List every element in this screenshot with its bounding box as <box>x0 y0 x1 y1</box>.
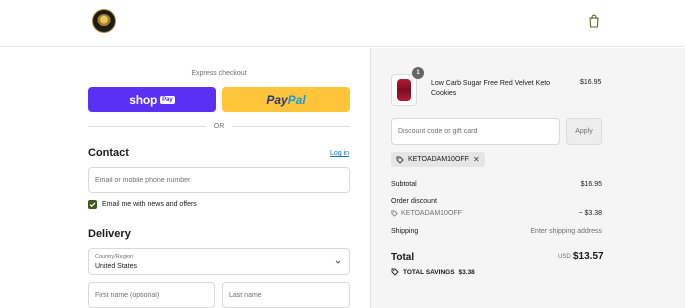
total-value: $13.57 <box>573 251 604 262</box>
discount-code-row: KETOADAM10OFF − $3.38 <box>391 210 602 219</box>
or-label: OR <box>213 122 225 130</box>
login-link[interactable]: Log in <box>330 150 349 157</box>
order-discount-label: Order discount <box>391 198 437 205</box>
quantity-badge: 1 <box>412 67 424 79</box>
email-input[interactable] <box>89 168 349 192</box>
tag-icon <box>391 268 399 276</box>
country-select[interactable]: Country/Region United States <box>88 248 350 275</box>
lion-crest-logo[interactable] <box>92 9 116 33</box>
news-checkbox-label: Email me with news and offers <box>102 201 197 208</box>
total-currency: USD <box>558 254 571 260</box>
delivery-heading: Delivery <box>88 228 131 240</box>
last-name-input[interactable] <box>223 283 349 307</box>
subtotal-row: Subtotal $16.95 <box>391 181 602 188</box>
discount-code: KETOADAM10OFF <box>401 210 462 217</box>
shop-pay-badge: Pay <box>160 95 175 104</box>
shopping-bag-icon[interactable] <box>588 14 600 28</box>
express-checkout-label: Express checkout <box>191 70 247 77</box>
shipping-label: Shipping <box>391 228 419 235</box>
site-header <box>0 0 685 47</box>
subtotal-value: $16.95 <box>580 181 602 188</box>
discount-value: − $3.38 <box>578 210 602 217</box>
product-name: Low Carb Sugar Free Red Velvet Keto Cook… <box>431 80 551 97</box>
shop-pay-button[interactable]: shop Pay <box>88 87 216 112</box>
applied-discount-chip: KETOADAM10OFF ✕ <box>391 152 485 167</box>
discount-code-tag: KETOADAM10OFF <box>391 210 462 217</box>
country-value: United States <box>95 263 138 270</box>
contact-heading: Contact <box>88 147 129 159</box>
product-thumbnail <box>391 74 417 106</box>
savings-label: TOTAL SAVINGS <box>403 268 455 276</box>
shipping-row: Shipping Enter shipping address <box>391 228 602 235</box>
order-summary: 1 Low Carb Sugar Free Red Velvet Keto Co… <box>370 48 685 308</box>
remove-discount-icon[interactable]: ✕ <box>473 155 480 164</box>
news-opt-in[interactable]: Email me with news and offers <box>88 200 197 209</box>
apply-button[interactable]: Apply <box>566 118 602 145</box>
first-name-field[interactable] <box>88 282 215 308</box>
or-divider: OR <box>88 121 350 131</box>
paypal-button[interactable]: PayPal <box>222 87 350 112</box>
total-label: Total <box>391 252 415 263</box>
country-label: Country/Region <box>95 254 134 260</box>
discount-field[interactable] <box>391 118 560 145</box>
email-field[interactable] <box>88 167 350 193</box>
subtotal-label: Subtotal <box>391 181 417 188</box>
shop-pay-wordmark: shop <box>129 92 158 107</box>
shipping-value: Enter shipping address <box>530 228 602 235</box>
paypal-wordmark: PayPal <box>266 92 306 107</box>
order-discount-row: Order discount <box>391 198 602 205</box>
checkout-form: Express checkout shop Pay PayPal OR Cont… <box>0 48 370 308</box>
applied-code: KETOADAM10OFF <box>408 156 469 163</box>
total-savings: TOTAL SAVINGS $3.38 <box>391 268 475 276</box>
tag-icon <box>396 156 404 164</box>
tag-icon <box>391 210 398 217</box>
chevron-down-icon <box>335 260 341 264</box>
savings-value: $3.38 <box>458 268 475 276</box>
first-name-input[interactable] <box>89 283 214 307</box>
last-name-field[interactable] <box>222 282 350 308</box>
product-price: $16.95 <box>580 79 602 86</box>
discount-input[interactable] <box>392 119 559 144</box>
checkmark-icon <box>89 202 96 208</box>
news-checkbox[interactable] <box>88 200 97 209</box>
